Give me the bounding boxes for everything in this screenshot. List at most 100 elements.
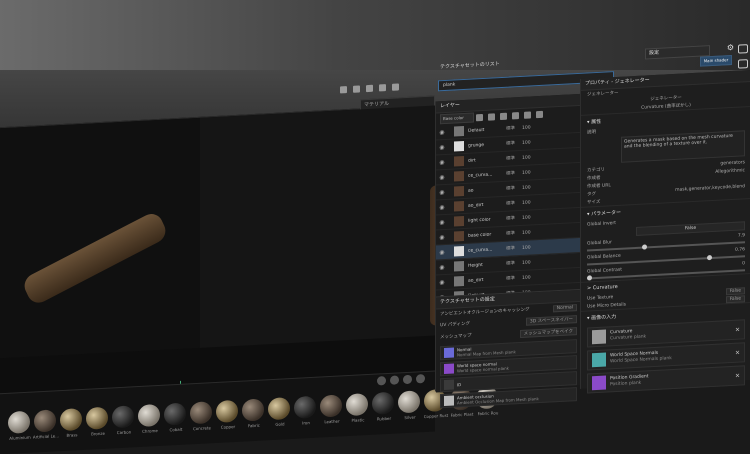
layer-opacity[interactable]: 100 [522,230,536,235]
material-ball[interactable]: Bronze [86,406,108,437]
close-icon[interactable]: ✕ [735,326,740,333]
record-icon[interactable] [366,84,373,92]
layer-opacity[interactable]: 100 [522,275,536,280]
material-ball[interactable]: Brass [60,408,82,438]
eye-icon[interactable]: ◉ [438,218,446,226]
layer-blend[interactable]: 標準 [506,230,522,236]
ao-select[interactable]: Normal [552,304,577,313]
layer-name: ce_curva... [468,172,493,179]
layer-thumbnail [454,140,464,152]
eye-icon[interactable]: ◉ [438,188,446,196]
close-icon[interactable]: ✕ [735,372,740,379]
material-ball[interactable]: Gold [268,397,290,427]
layer-opacity[interactable]: 100 [522,140,536,145]
material-ball[interactable]: Chrome [138,403,160,434]
gear-icon[interactable]: ⚙ [727,43,734,52]
viewport[interactable]: マテリアル Aluminium Artificial Le... Brass Bron… [0,82,520,454]
video-icon[interactable] [379,83,386,91]
uv-padding-select[interactable]: 3D スペースネイバー [525,315,577,326]
use-texture-toggle[interactable]: False [725,286,745,295]
eye-icon[interactable]: ◉ [438,248,446,256]
layer-opacity[interactable]: 100 [522,200,536,205]
camera-icon[interactable] [738,44,748,54]
layer-opacity[interactable]: 100 [522,215,536,220]
bake-button[interactable]: メッシュマップをベイク [519,327,577,339]
close-icon[interactable]: ✕ [735,349,740,356]
material-ball[interactable]: Aluminium [8,410,31,441]
layer-opacity[interactable]: 100 [522,185,536,190]
layer-name: Height [468,262,483,269]
mesh-map-text: ID [457,382,461,387]
channel-select[interactable]: Base color [440,112,474,125]
main-shader-button[interactable]: Main shader [700,54,732,67]
category-value: generators [720,159,745,167]
pause-icon[interactable] [340,85,347,93]
texture-set-settings: テクスチャセットの設定 アンビエントオクルージョンのキャッシング Normal … [436,288,581,409]
layer-blend[interactable]: 標準 [506,245,522,251]
global-balance-knob[interactable] [707,254,713,261]
uv-padding-label: UV パディング [440,321,470,329]
add-effect-icon[interactable] [512,111,519,119]
eye-icon[interactable]: ◉ [438,233,446,241]
layer-thumbnail [454,155,464,167]
layer-opacity[interactable]: 100 [522,125,536,130]
layer-opacity[interactable]: 100 [522,245,536,250]
eye-icon[interactable]: ◉ [438,263,446,271]
shelf-material-icon[interactable] [390,375,399,385]
material-label: Brass [66,432,78,438]
material-ball[interactable]: Rubber [372,391,394,422]
layer-blend[interactable]: 標準 [506,155,522,161]
add-mask-icon[interactable] [500,112,507,120]
layer-blend[interactable]: 標準 [506,215,522,221]
layer-blend[interactable]: 標準 [506,200,522,206]
use-micro-details-toggle[interactable]: False [725,294,745,303]
layer-opacity[interactable]: 100 [522,155,536,160]
eye-icon[interactable]: ◉ [438,203,446,211]
material-label: Fabric Rou [477,410,499,417]
eye-icon[interactable] [738,59,748,69]
eye-icon[interactable]: ◉ [438,278,446,286]
shelf-search-icon[interactable] [416,374,425,384]
material-ball[interactable]: Silver [398,390,420,420]
layer-thumbnail [454,245,464,257]
mesh-map-thumbnail [444,395,454,407]
material-ball[interactable]: Fabric [242,398,264,428]
layer-blend[interactable]: 標準 [506,185,522,191]
viewport-3d[interactable] [0,117,200,359]
material-ball[interactable]: Carbon [112,405,134,435]
add-layer-icon[interactable] [488,112,495,121]
stop-icon[interactable] [353,84,360,93]
material-ball[interactable]: Leather [320,394,342,424]
viewport-2d[interactable] [200,105,520,348]
layer-opacity[interactable]: 100 [522,170,536,175]
add-fill-layer-icon[interactable] [476,113,483,121]
global-blur-knob[interactable] [642,244,648,250]
material-ball[interactable]: Iron [294,395,316,425]
eye-icon[interactable]: ◉ [438,158,446,166]
category-label: カテゴリ [587,167,605,174]
global-contrast-knob[interactable] [587,275,592,281]
material-ball[interactable]: Cobalt [164,402,186,432]
shelf-smart-icon[interactable] [403,374,412,385]
layer-blend[interactable]: 標準 [506,125,522,131]
shelf-filter-icon[interactable] [377,376,386,386]
material-ball[interactable]: Artificial Le... [33,409,59,440]
screenshot-icon[interactable] [392,82,399,91]
delete-icon[interactable] [536,110,543,118]
layer-blend[interactable]: 標準 [506,170,522,176]
eye-icon[interactable]: ◉ [438,128,446,136]
image-input-item[interactable]: Position Gradient Position plank ✕ [587,365,745,394]
author-label: 作成者 [587,175,601,182]
layer-opacity[interactable]: 100 [522,260,536,265]
eye-icon[interactable]: ◉ [438,173,446,181]
layer-blend[interactable]: 標準 [506,275,522,281]
size-label: サイズ [587,199,601,206]
layer-thumbnail [454,230,464,242]
eye-icon[interactable]: ◉ [438,143,446,151]
folder-icon[interactable] [524,110,531,119]
layer-blend[interactable]: 標準 [506,260,522,266]
material-ball[interactable]: Copper [216,399,238,430]
material-ball[interactable]: Concrete [190,401,212,431]
material-ball[interactable]: Plastic [346,393,368,423]
layer-blend[interactable]: 標準 [506,140,522,146]
